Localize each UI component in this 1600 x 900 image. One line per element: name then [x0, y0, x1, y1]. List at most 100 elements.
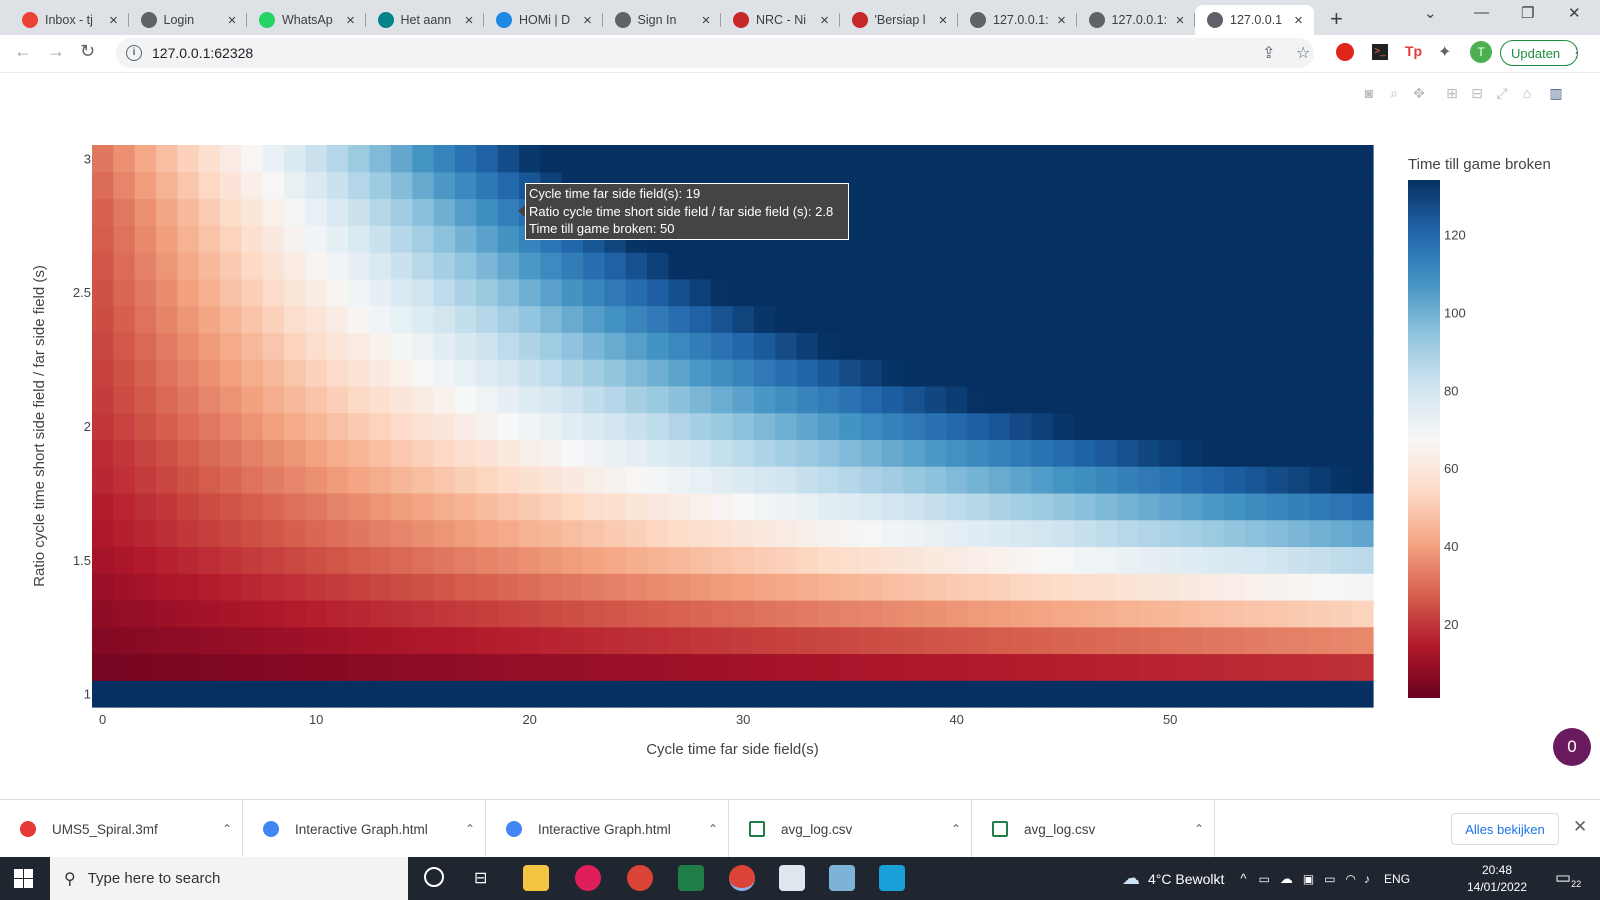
heatmap-cell[interactable]: [497, 305, 520, 333]
heatmap-cell[interactable]: [1202, 599, 1225, 628]
heatmap-cell[interactable]: [903, 680, 926, 708]
heatmap-cell[interactable]: [903, 359, 926, 387]
heatmap-cell[interactable]: [540, 145, 563, 173]
heatmap-cell[interactable]: [262, 278, 285, 307]
heatmap-cell[interactable]: [519, 412, 541, 440]
heatmap-cell[interactable]: [412, 466, 435, 494]
heatmap-cell[interactable]: [753, 412, 776, 440]
heatmap-cell[interactable]: [1138, 171, 1161, 200]
heatmap-cell[interactable]: [1010, 305, 1032, 333]
heatmap-cell[interactable]: [1244, 439, 1267, 467]
heatmap-cell[interactable]: [540, 599, 563, 628]
heatmap-cell[interactable]: [1180, 492, 1203, 521]
heatmap-cell[interactable]: [156, 171, 178, 200]
heatmap-cell[interactable]: [668, 332, 691, 360]
heatmap-cell[interactable]: [1074, 519, 1097, 548]
heatmap-cell[interactable]: [1244, 412, 1267, 440]
heatmap-cell[interactable]: [156, 225, 178, 253]
heatmap-cell[interactable]: [1074, 198, 1097, 226]
heatmap-cell[interactable]: [1266, 466, 1289, 494]
heatmap-cell[interactable]: [839, 252, 862, 280]
heatmap-cell[interactable]: [113, 412, 136, 440]
heatmap-cell[interactable]: [903, 225, 926, 253]
heatmap-cell[interactable]: [284, 171, 307, 200]
heatmap-cell[interactable]: [1010, 626, 1032, 655]
download-item[interactable]: Interactive Graph.html ⌃: [243, 800, 486, 858]
heatmap-cell[interactable]: [519, 145, 541, 173]
heatmap-cell[interactable]: [775, 573, 798, 601]
heatmap-cell[interactable]: [1244, 519, 1267, 548]
heatmap-cell[interactable]: [1287, 305, 1310, 333]
heatmap-cell[interactable]: [967, 546, 990, 574]
heatmap-cell[interactable]: [1116, 653, 1139, 681]
heatmap-cell[interactable]: [668, 599, 691, 628]
heatmap-cell[interactable]: [177, 278, 200, 307]
heatmap-cell[interactable]: [1138, 332, 1161, 360]
heatmap-cell[interactable]: [946, 225, 968, 253]
heatmap-cell[interactable]: [348, 653, 371, 681]
tab-close-icon[interactable]: ×: [936, 12, 950, 29]
heatmap-cell[interactable]: [903, 573, 926, 601]
heatmap-cell[interactable]: [1202, 680, 1225, 708]
heatmap-cell[interactable]: [305, 252, 328, 280]
heatmap-cell[interactable]: [1351, 145, 1374, 173]
heatmap-cell[interactable]: [412, 198, 435, 226]
windows-start-icon[interactable]: [14, 869, 33, 888]
heatmap-cell[interactable]: [1330, 145, 1353, 173]
heatmap-cell[interactable]: [497, 680, 520, 708]
heatmap-cell[interactable]: [198, 385, 221, 414]
heatmap-cell[interactable]: [305, 171, 328, 200]
heatmap-cell[interactable]: [647, 680, 670, 708]
heatmap-cell[interactable]: [903, 332, 926, 360]
heatmap-cell[interactable]: [326, 359, 349, 387]
heatmap-cell[interactable]: [284, 385, 307, 414]
heatmap-cell[interactable]: [1330, 385, 1353, 414]
heatmap-cell[interactable]: [647, 492, 670, 521]
heatmap-cell[interactable]: [817, 332, 840, 360]
heatmap-cell[interactable]: [134, 198, 157, 226]
heatmap-cell[interactable]: [625, 573, 648, 601]
heatmap-cell[interactable]: [369, 305, 392, 333]
heatmap-cell[interactable]: [1223, 332, 1246, 360]
heatmap-cell[interactable]: [454, 573, 477, 601]
profile-avatar[interactable]: T: [1470, 41, 1492, 63]
heatmap-cell[interactable]: [497, 198, 520, 226]
heatmap-cell[interactable]: [1095, 305, 1118, 333]
heatmap-cell[interactable]: [1095, 225, 1118, 253]
heatmap-cell[interactable]: [369, 653, 392, 681]
heatmap-cell[interactable]: [134, 145, 157, 173]
heatmap-cell[interactable]: [1138, 412, 1161, 440]
heatmap-cell[interactable]: [1116, 412, 1139, 440]
heatmap-cell[interactable]: [497, 278, 520, 307]
heatmap-cell[interactable]: [711, 385, 734, 414]
heatmap-cell[interactable]: [860, 439, 883, 467]
heatmap-cell[interactable]: [689, 546, 712, 574]
heatmap-cell[interactable]: [988, 385, 1011, 414]
heatmap-cell[interactable]: [647, 573, 670, 601]
heatmap-cell[interactable]: [92, 492, 114, 521]
heatmap-cell[interactable]: [583, 278, 605, 307]
heatmap-cell[interactable]: [775, 252, 798, 280]
heatmap-cell[interactable]: [348, 225, 371, 253]
heatmap-cell[interactable]: [561, 305, 584, 333]
heatmap-cell[interactable]: [1223, 439, 1246, 467]
heatmap-cell[interactable]: [412, 412, 435, 440]
heatmap-cell[interactable]: [604, 359, 627, 387]
minimize-button[interactable]: —: [1474, 4, 1489, 21]
heatmap-cell[interactable]: [988, 439, 1011, 467]
heatmap-cell[interactable]: [647, 278, 670, 307]
heatmap-cell[interactable]: [924, 278, 947, 307]
heatmap-cell[interactable]: [1138, 573, 1161, 601]
heatmap-cell[interactable]: [348, 519, 371, 548]
heatmap-cell[interactable]: [1138, 626, 1161, 655]
heatmap-cell[interactable]: [1308, 439, 1331, 467]
heatmap-cell[interactable]: [433, 359, 456, 387]
heatmap-cell[interactable]: [817, 573, 840, 601]
heatmap-cell[interactable]: [284, 492, 307, 521]
heatmap-cell[interactable]: [284, 439, 307, 467]
heatmap-cell[interactable]: [540, 412, 563, 440]
heatmap-cell[interactable]: [604, 145, 627, 173]
heatmap-cell[interactable]: [860, 145, 883, 173]
heatmap-cell[interactable]: [1308, 385, 1331, 414]
heatmap-cell[interactable]: [775, 680, 798, 708]
